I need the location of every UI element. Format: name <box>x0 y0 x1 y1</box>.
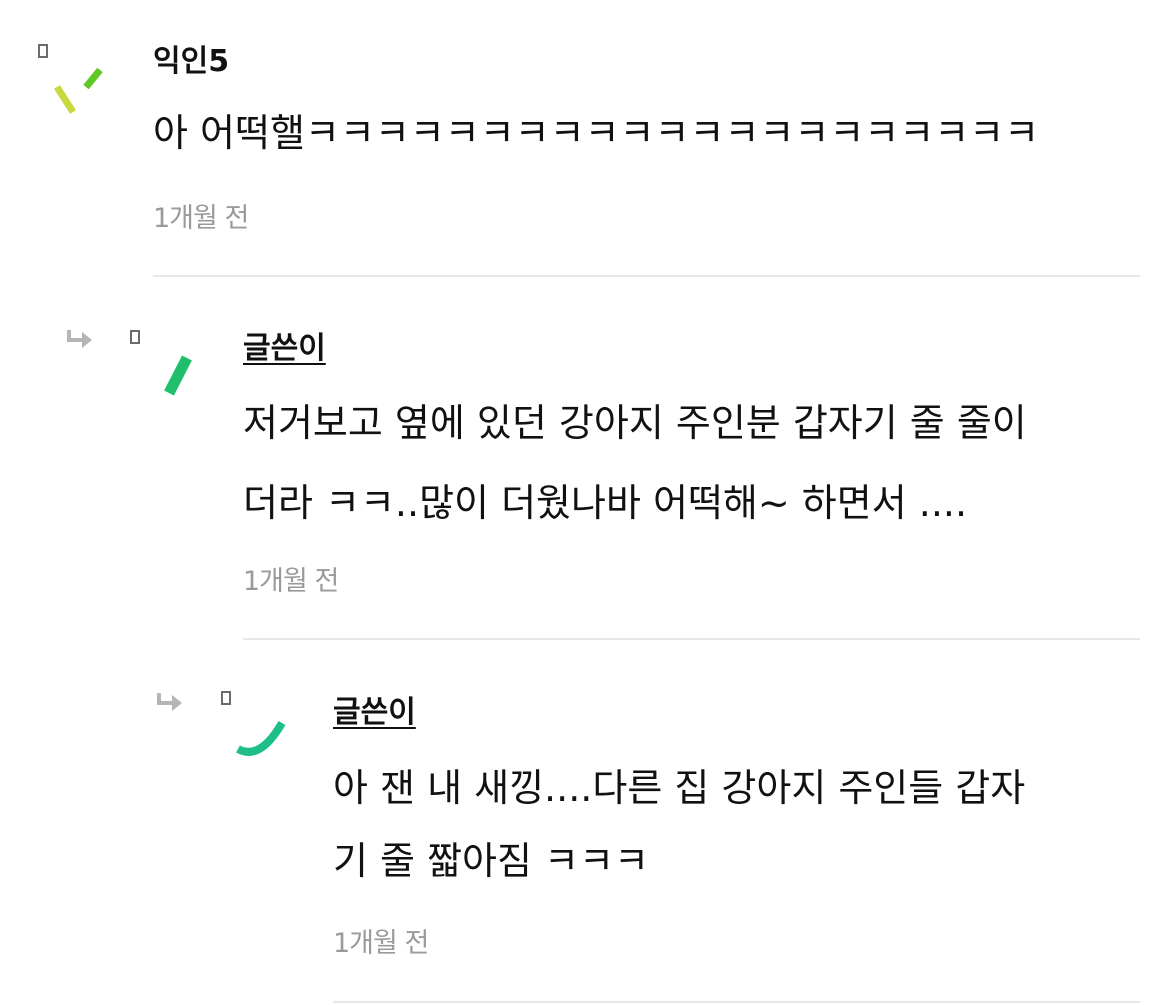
comment-text-line: 저거보고 옆에 있던 강아지 주인분 갑자기 줄 줄이 <box>243 401 1027 445</box>
comment-author-link[interactable]: 글쓴이 <box>243 331 326 367</box>
comment-text-line: 더라 ㅋㅋ..많이 더웠나바 어떡해~ 하면서 .... <box>243 481 968 525</box>
comment-author-link[interactable]: 글쓴이 <box>333 695 416 731</box>
comment-2-reply: 글쓴이 저거보고 옆에 있던 강아지 주인분 갑자기 줄 줄이 더라 ㅋㅋ..많… <box>0 300 1170 645</box>
comment-timestamp: 1개월 전 <box>333 928 429 959</box>
reply-arrow-icon <box>157 693 182 711</box>
divider <box>153 275 1140 277</box>
divider <box>333 1001 1140 1003</box>
comment-text-line: 기 줄 짧아짐 ㅋㅋㅋ <box>333 839 649 883</box>
comment-text-line: 아 어떡핼ㅋㅋㅋㅋㅋㅋㅋㅋㅋㅋㅋㅋㅋㅋㅋㅋㅋㅋㅋㅋㅋ <box>153 111 1040 155</box>
comment-3-reply: 글쓴이 아 잰 내 새낑....다른 집 강아지 주인들 갑자 기 줄 짧아짐 … <box>0 665 1170 1005</box>
comment-1: 익인5 아 어떡핼ㅋㅋㅋㅋㅋㅋㅋㅋㅋㅋㅋㅋㅋㅋㅋㅋㅋㅋㅋㅋㅋ 1개월 전 <box>0 0 1170 280</box>
reply-arrow-icon <box>67 330 92 348</box>
comment-text-line: 아 잰 내 새낑....다른 집 강아지 주인들 갑자 <box>333 766 1026 810</box>
slash-avatar-icon <box>164 355 192 396</box>
comment-timestamp: 1개월 전 <box>153 203 249 234</box>
confetti-avatar-icon <box>54 67 103 114</box>
comment-timestamp: 1개월 전 <box>243 566 339 597</box>
select-checkbox[interactable] <box>130 330 140 344</box>
arc-avatar-icon <box>236 720 286 756</box>
comment-author: 익인5 <box>153 44 230 79</box>
select-checkbox[interactable] <box>221 691 231 705</box>
divider <box>243 638 1140 640</box>
